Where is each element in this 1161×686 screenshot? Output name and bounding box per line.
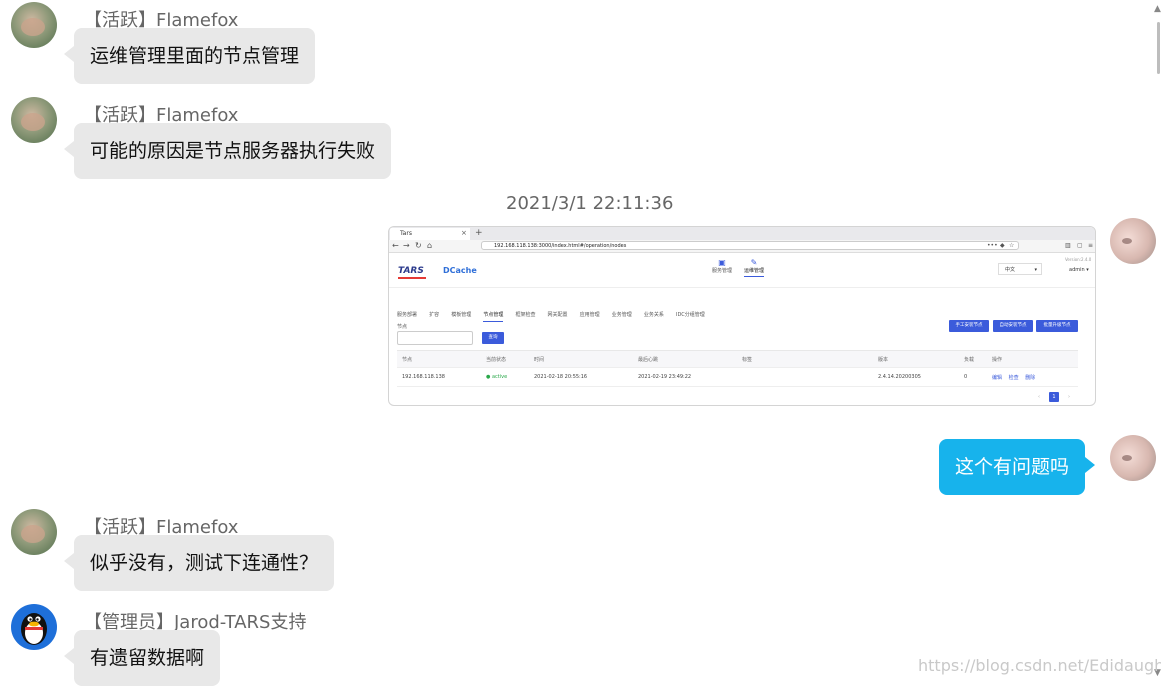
column-header[interactable]: 负载 (959, 350, 987, 368)
home-icon[interactable]: ⌂ (427, 240, 432, 252)
new-tab-icon[interactable]: + (475, 227, 483, 239)
shield-icon[interactable]: ◆ (1000, 241, 1005, 251)
batch-upgrade-button[interactable]: 批量升级节点 (1036, 320, 1078, 332)
subnav-item[interactable]: 扩容 (429, 312, 439, 318)
dcache-logo[interactable]: DCache (443, 266, 477, 275)
column-header[interactable]: 最后心跳 (633, 350, 737, 368)
sub-nav: 服务部署 扩容 模板管理 节点管理 框架检查 网关配置 应用管理 业务管理 业务… (397, 301, 712, 322)
edit-link[interactable]: 编辑 (992, 375, 1002, 381)
node-table: 节点 当前状态 时间 最后心跳 标签 版本 负载 操作 192.168.118.… (397, 350, 1078, 387)
avatar[interactable] (11, 2, 57, 48)
menu-icon[interactable]: ≡ (1088, 241, 1093, 251)
version-label: Version:2.4.0 (1065, 257, 1092, 262)
subnav-item[interactable]: 网关配置 (548, 312, 568, 318)
tars-logo[interactable]: TARS (398, 266, 426, 279)
message-bubble[interactable]: 可能的原因是节点服务器执行失败 (63, 123, 392, 179)
table-cell (737, 367, 873, 387)
status-badge: ● active (481, 367, 529, 387)
table-cell: 0 (959, 367, 987, 387)
user-menu[interactable]: admin ▾ (1069, 267, 1089, 273)
browser-tab[interactable]: Tars (390, 228, 470, 240)
app-header: TARS DCache ▣ 服务管理 ✎ 运维管理 中文 ▾ Version:2.4… (389, 253, 1095, 288)
table-cell: 2021-02-18 20:55:16 (529, 367, 633, 387)
url-field[interactable]: 192.168.118.138:3000/index.html#/operati… (481, 241, 1019, 250)
language-value: 中文 (1005, 267, 1016, 273)
qq-penguin-icon (21, 613, 47, 645)
pager-prev[interactable]: ‹ (1034, 392, 1044, 402)
table-cell: 192.168.118.138 (397, 367, 481, 387)
message-bubble[interactable]: 似乎没有，测试下连通性？ (63, 535, 335, 591)
column-header[interactable]: 标签 (737, 350, 873, 368)
subnav-item[interactable]: 模板管理 (451, 312, 471, 318)
message-bubble-outgoing[interactable]: 这个有问题吗 (939, 439, 1096, 495)
language-select[interactable]: 中文 ▾ (998, 263, 1042, 275)
subnav-item[interactable]: 应用管理 (580, 312, 600, 318)
self-avatar[interactable] (1110, 435, 1156, 481)
avatar[interactable] (11, 509, 57, 555)
check-link[interactable]: 检查 (1009, 375, 1019, 381)
table-row[interactable]: 192.168.118.138 ● active 2021-02-18 20:5… (397, 367, 1078, 387)
subnav-item[interactable]: 业务关系 (644, 312, 664, 318)
table-cell: 2021-02-19 23:49:22 (633, 367, 737, 387)
more-icon[interactable]: ••• (987, 241, 998, 251)
pager-next[interactable]: › (1064, 392, 1074, 402)
user-name: admin (1069, 267, 1085, 273)
back-icon[interactable]: ← (392, 240, 399, 252)
chevron-down-icon: ▾ (1034, 267, 1037, 273)
star-icon[interactable]: ☆ (1009, 241, 1014, 251)
subnav-item-active[interactable]: 节点管理 (483, 312, 504, 322)
table-ops-cell: 编辑 检查 删除 (987, 367, 1078, 387)
subnav-item[interactable]: 服务部署 (397, 312, 417, 318)
avatar[interactable] (11, 97, 57, 143)
pager-current[interactable]: 1 (1049, 392, 1059, 402)
table-cell: 2.4.14.20200305 (873, 367, 959, 387)
watermark: https://blog.csdn.net/Edidaughter (918, 656, 1161, 675)
reload-icon[interactable]: ↻ (415, 240, 422, 252)
message-timestamp: 2021/3/1 22:11:36 (506, 193, 674, 214)
browser-tabbar: Tars × + (389, 227, 1095, 240)
subnav-item[interactable]: 框架检查 (515, 312, 535, 318)
forward-icon[interactable]: → (403, 240, 410, 252)
table-header-row: 节点 当前状态 时间 最后心跳 标签 版本 负载 操作 (397, 350, 1078, 368)
node-search-input[interactable] (397, 331, 473, 345)
topnav-operation-label: 运维管理 (744, 268, 765, 274)
subnav-item[interactable]: IDC分组管理 (676, 312, 705, 318)
auto-install-button[interactable]: 自动安装节点 (993, 320, 1033, 332)
scroll-up-arrow-icon[interactable]: ▲ (1154, 4, 1161, 14)
browser-addressbar: ← → ↻ ⌂ 192.168.118.138:3000/index.html#… (389, 240, 1095, 253)
tab-close-icon[interactable]: × (461, 228, 467, 239)
service-icon: ▣ (718, 258, 726, 267)
message-bubble[interactable]: 有遗留数据啊 (63, 630, 221, 686)
column-header: 操作 (987, 350, 1078, 368)
image-message[interactable]: Tars × + ← → ↻ ⌂ 192.168.118.138:3000/in… (388, 226, 1096, 406)
sidebar-icon[interactable]: ▢ (1077, 241, 1083, 251)
column-header[interactable]: 版本 (873, 350, 959, 368)
node-search-label: 节点 (397, 324, 408, 330)
column-header[interactable]: 时间 (529, 350, 633, 368)
column-header[interactable]: 当前状态 (481, 350, 529, 368)
topnav-operation[interactable]: ✎ 运维管理 (744, 258, 765, 277)
delete-link[interactable]: 删除 (1025, 375, 1035, 381)
column-header[interactable]: 节点 (397, 350, 481, 368)
topnav-service[interactable]: ▣ 服务管理 (712, 258, 732, 274)
browser-tab-title: Tars (400, 230, 412, 237)
subnav-item[interactable]: 业务管理 (612, 312, 632, 318)
manual-install-button[interactable]: 手工安装节点 (949, 320, 989, 332)
message-bubble[interactable]: 运维管理里面的节点管理 (63, 28, 316, 84)
scrollbar-thumb[interactable] (1157, 22, 1160, 74)
topnav-service-label: 服务管理 (712, 268, 733, 274)
library-icon[interactable]: ▥ (1065, 241, 1071, 251)
search-button[interactable]: 查询 (482, 332, 504, 344)
wrench-icon: ✎ (750, 258, 758, 267)
avatar[interactable] (11, 604, 57, 650)
self-avatar[interactable] (1110, 218, 1156, 264)
